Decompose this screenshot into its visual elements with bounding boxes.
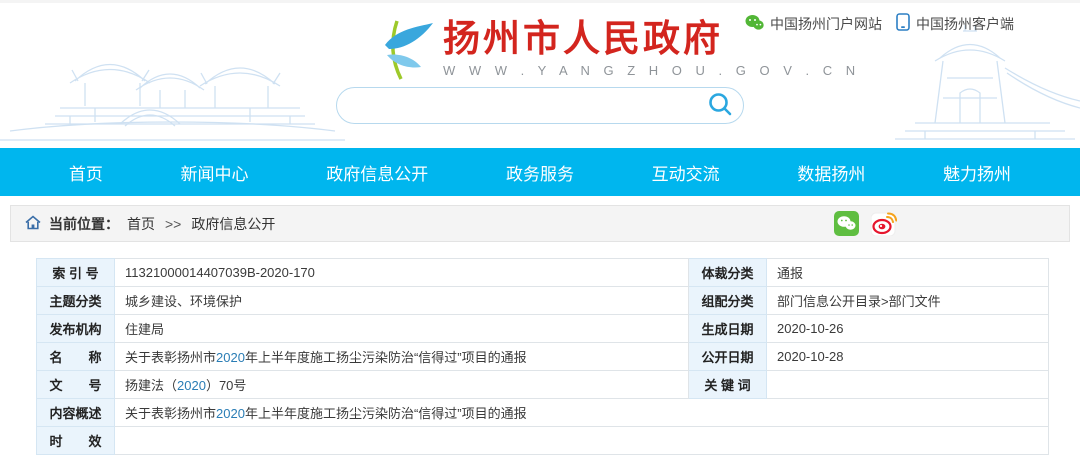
search-icon [707, 91, 733, 120]
pavilion-sketch-artwork [0, 63, 345, 141]
table-row: 时 效 [36, 426, 1049, 455]
site-url: W W W . Y A N G Z H O U . G O V . C N [443, 62, 861, 78]
nav-item-charm[interactable]: 魅力扬州 [935, 160, 1019, 185]
genre-label: 体裁分类 [688, 258, 767, 287]
home-icon [25, 214, 41, 233]
breadcrumb-home-link[interactable]: 首页 [127, 214, 155, 234]
keywords-label: 关 键 词 [688, 370, 767, 399]
nav-item-info-disclosure[interactable]: 政府信息公开 [318, 160, 436, 185]
group-value: 部门信息公开目录>部门文件 [766, 286, 1049, 315]
genre-value: 通报 [766, 258, 1049, 287]
site-logo[interactable]: 扬州市人民政府 W W W . Y A N G Z H O U . G O V … [383, 18, 861, 90]
search-bar [336, 87, 744, 124]
doc-name-value: 关于表彰扬州市2020年上半年度施工扬尘污染防治“信得过”项目的通报 [114, 342, 689, 371]
site-title: 扬州市人民政府 [443, 18, 723, 59]
validity-label: 时 效 [36, 426, 115, 455]
search-input[interactable] [337, 88, 697, 123]
created-date-label: 生成日期 [688, 314, 767, 343]
breadcrumb-label: 当前位置： [49, 215, 119, 232]
site-header: 中国扬州门户网站 中国扬州客户端 扬州市人民政府 W W W . Y A N G… [0, 0, 1080, 148]
topic-value: 城乡建设、环境保护 [114, 286, 689, 315]
created-date-value: 2020-10-26 [766, 314, 1049, 343]
nav-item-services[interactable]: 政务服务 [498, 160, 582, 185]
summary-value: 关于表彰扬州市2020年上半年度施工扬尘污染防治“信得过”项目的通报 [114, 398, 1049, 427]
mobile-app-label: 中国扬州客户端 [916, 15, 1014, 32]
index-number-label: 索 引 号 [36, 258, 115, 287]
weibo-share-icon[interactable] [871, 211, 897, 236]
main-nav: 首页 新闻中心 政府信息公开 政务服务 互动交流 数据扬州 魅力扬州 [0, 148, 1080, 196]
agency-value: 住建局 [114, 314, 689, 343]
agency-label: 发布机构 [36, 314, 115, 343]
topic-label: 主题分类 [36, 286, 115, 315]
publish-date-label: 公开日期 [688, 342, 767, 371]
publish-date-value: 2020-10-28 [766, 342, 1049, 371]
keywords-value [766, 370, 1049, 399]
breadcrumb-bar: 当前位置： 首页 >> 政府信息公开 [10, 205, 1070, 242]
table-row: 文 号 扬建法（2020）70号 关 键 词 [36, 370, 1049, 399]
doc-number-label: 文 号 [36, 370, 115, 399]
mobile-phone-icon [896, 13, 910, 34]
table-row: 名 称 关于表彰扬州市2020年上半年度施工扬尘污染防治“信得过”项目的通报 公… [36, 342, 1049, 371]
nav-item-home[interactable]: 首页 [61, 160, 111, 185]
nav-item-data[interactable]: 数据扬州 [789, 160, 873, 185]
document-info-table: 索 引 号 11321000014407039B-2020-170 体裁分类 通… [36, 258, 1049, 455]
wechat-share-icon[interactable] [834, 211, 859, 236]
breadcrumb-separator: >> [165, 215, 182, 232]
breadcrumb-current-link[interactable]: 政府信息公开 [191, 214, 275, 234]
mobile-app-link[interactable]: 中国扬州客户端 [896, 13, 1014, 34]
search-button[interactable] [697, 88, 743, 123]
table-row: 内容概述 关于表彰扬州市2020年上半年度施工扬尘污染防治“信得过”项目的通报 [36, 398, 1049, 427]
table-row: 主题分类 城乡建设、环境保护 组配分类 部门信息公开目录>部门文件 [36, 286, 1049, 315]
tower-sketch-artwork [895, 25, 1080, 140]
share-icons [834, 211, 897, 236]
table-row: 索 引 号 11321000014407039B-2020-170 体裁分类 通… [36, 258, 1049, 287]
nav-item-news[interactable]: 新闻中心 [173, 160, 257, 185]
validity-value [114, 426, 1049, 455]
summary-label: 内容概述 [36, 398, 115, 427]
group-label: 组配分类 [688, 286, 767, 315]
breadcrumb: 当前位置： 首页 >> 政府信息公开 [25, 214, 275, 234]
doc-name-label: 名 称 [36, 342, 115, 371]
index-number-value: 11321000014407039B-2020-170 [114, 258, 689, 287]
table-row: 发布机构 住建局 生成日期 2020-10-26 [36, 314, 1049, 343]
doc-number-value: 扬建法（2020）70号 [114, 370, 689, 399]
nav-item-interaction[interactable]: 互动交流 [644, 160, 728, 185]
logo-text: 扬州市人民政府 W W W . Y A N G Z H O U . G O V … [443, 18, 861, 78]
logo-swoosh-icon [383, 19, 435, 90]
